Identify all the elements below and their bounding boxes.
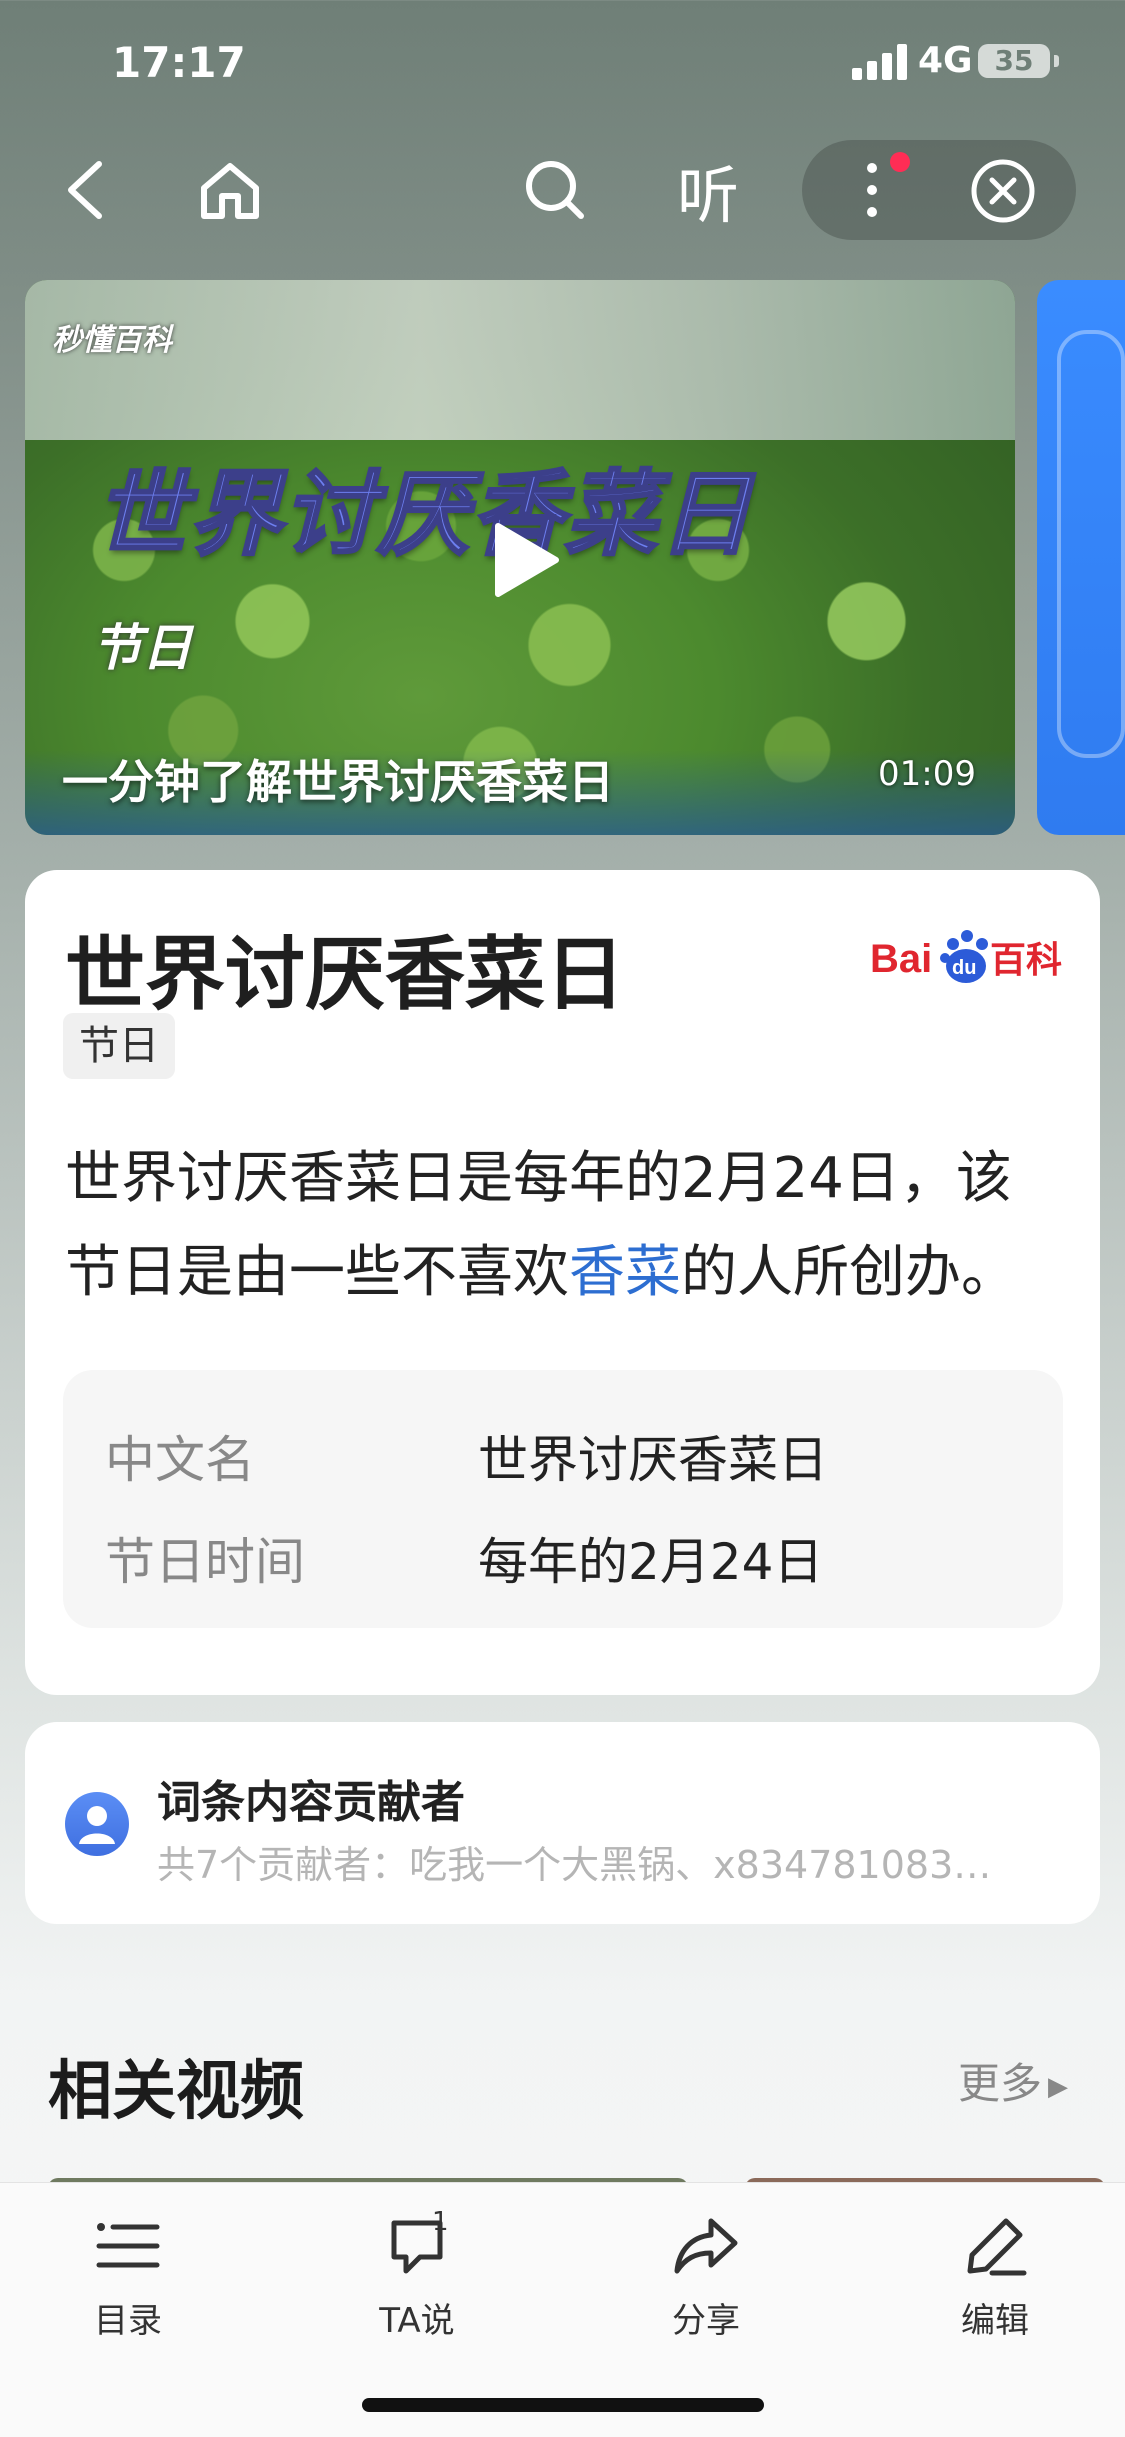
more-label: 更多 [958,2059,1043,2108]
video-duration: 01:09 [878,754,976,794]
video-overlay-title: 世界讨厌香菜日 [93,460,754,570]
entry-title: 世界讨厌香菜日 [65,928,625,1021]
notification-dot [890,152,910,172]
signal-icon [852,44,907,80]
tab-label: 编辑 [961,2301,1029,2341]
coriander-link[interactable]: 香菜 [569,1240,681,1305]
home-indicator[interactable] [362,2398,764,2412]
infobox-key: 节日时间 [105,1533,305,1591]
tab-contents[interactable]: 目录 [48,2213,208,2353]
more-link[interactable]: 更多 ▶ [958,2050,1068,2111]
home-icon [201,163,259,219]
video-overlay-category: 节日 [92,619,192,677]
tab-label: 分享 [672,2301,740,2341]
network-label: 4G [918,40,973,81]
description-text-end: 的人所创办。 [681,1240,1017,1305]
category-tag[interactable]: 节日 [63,1013,175,1079]
infobox-key: 中文名 [105,1431,255,1489]
svg-text:百科: 百科 [990,940,1062,981]
video-caption: 一分钟了解世界讨厌香菜日 [62,755,614,809]
tab-label: TA说 [379,2301,455,2341]
infobox-row: 中文名 世界讨厌香菜日 [63,1420,1063,1489]
tab-share[interactable]: 分享 [626,2213,786,2353]
baidu-baike-logo: Bai du 百科 [870,930,1062,983]
tab-comments[interactable]: 1 TA说 [337,2207,497,2353]
battery-tip [1054,55,1059,67]
home-button[interactable] [190,140,270,240]
chevron-left-icon [68,161,102,219]
close-circle-icon[interactable] [970,158,1036,224]
video-watermark: 秒懂百科 [52,323,172,358]
entry-card: 世界讨厌香菜日 Bai du 百科 节日 世界讨厌香菜日是每年的2月24日，该节… [25,870,1100,1695]
infobox-value: 世界讨厌香菜日 [478,1431,828,1489]
play-icon[interactable] [492,522,562,598]
related-videos-title: 相关视频 [48,2055,304,2129]
comment-count-badge: 1 [432,2207,449,2237]
contributors-list: 共7个贡献者：吃我一个大黑锅、x834781083… [157,1843,992,1887]
edit-icon [967,2218,1027,2276]
battery-icon: 35 [978,44,1050,78]
flask-illustration [1057,330,1125,758]
infobox: 中文名 世界讨厌香菜日 节日时间 每年的2月24日 [63,1370,1063,1628]
status-time: 17:17 [112,38,246,87]
svg-text:Bai: Bai [870,937,932,981]
more-vertical-icon [867,163,877,217]
infobox-row: 节日时间 每年的2月24日 [63,1522,1063,1591]
status-bar: 17:17 4G 35 [0,0,1125,130]
search-icon [526,161,584,219]
next-video-thumbnail[interactable] [1037,280,1125,835]
listen-button[interactable]: 听 [668,140,748,240]
search-button[interactable] [515,140,595,240]
entry-description: 世界讨厌香菜日是每年的2月24日，该节日是由一些不喜欢香菜的人所创办。 [65,1132,1065,1320]
user-avatar-icon [65,1792,129,1856]
triangle-right-icon: ▶ [1048,2071,1069,2102]
contributors-card[interactable]: 词条内容贡献者 共7个贡献者：吃我一个大黑锅、x834781083… [25,1722,1100,1924]
contributors-title: 词条内容贡献者 [157,1777,465,1828]
tab-label: 目录 [94,2301,162,2341]
back-button[interactable] [50,140,120,240]
infobox-value: 每年的2月24日 [478,1533,824,1591]
tab-edit[interactable]: 编辑 [915,2213,1075,2353]
list-icon [96,2223,160,2268]
share-icon [674,2218,738,2274]
svg-text:du: du [952,957,976,979]
